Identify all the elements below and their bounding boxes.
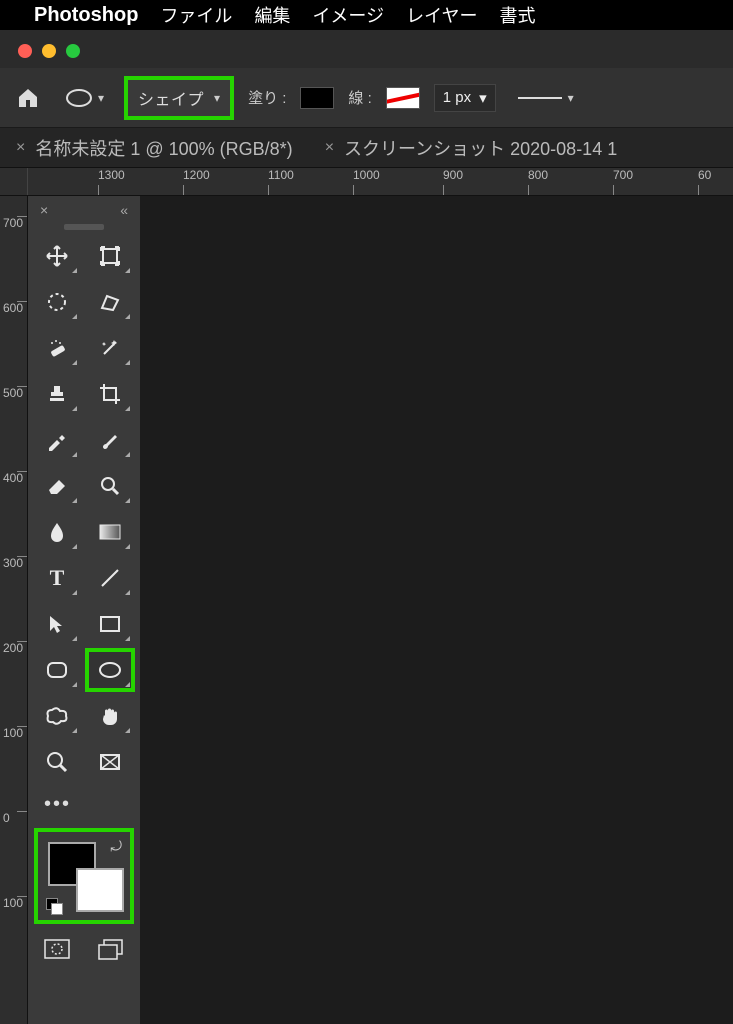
shape-mode-dropdown[interactable]: シェイプ ▾	[124, 76, 234, 120]
type-tool[interactable]: T	[34, 558, 80, 598]
gradient-tool[interactable]	[87, 512, 133, 552]
ruler-tick: 1200	[183, 168, 210, 195]
ruler-tick: 100	[0, 726, 27, 740]
document-tab[interactable]: × 名称未設定 1 @ 100% (RGB/8*)	[0, 128, 309, 167]
move-tool[interactable]	[34, 236, 80, 276]
window-close-button[interactable]	[18, 44, 32, 58]
eyedropper-tool[interactable]	[34, 420, 80, 460]
default-colors-icon[interactable]	[46, 898, 62, 914]
ruler-tick: 500	[0, 386, 27, 400]
ellipse-shape-tool[interactable]	[87, 650, 133, 690]
screen-mode[interactable]	[92, 934, 132, 964]
crop-tool[interactable]	[87, 374, 133, 414]
menu-layer[interactable]: レイヤー	[406, 2, 477, 28]
line-style-icon	[518, 97, 562, 99]
macos-menubar: Photoshop ファイル 編集 イメージ レイヤー 書式	[0, 0, 733, 30]
artboard-tool[interactable]	[87, 236, 133, 276]
panel-drag-handle[interactable]	[64, 224, 104, 230]
app-window: ▾ シェイプ ▾ 塗り : 線 : 1 px ▾ ▾ × 名称未設定 1 @ 1…	[0, 30, 733, 1024]
document-tab[interactable]: × スクリーンショット 2020-08-14 1	[309, 128, 634, 167]
canvas-area[interactable]	[140, 196, 733, 1024]
foreground-background-colors: ⤾	[34, 828, 134, 924]
rounded-rect-tool[interactable]	[34, 650, 80, 690]
stroke-swatch[interactable]	[386, 87, 420, 109]
menu-type[interactable]: 書式	[500, 2, 536, 28]
quick-mask-mode[interactable]	[37, 934, 77, 964]
ruler-tick: 200	[0, 641, 27, 655]
panel-collapse-icon[interactable]: «	[120, 202, 128, 218]
ruler-tick: 600	[0, 301, 27, 315]
custom-shape-tool[interactable]	[34, 696, 80, 736]
ruler-tick: 100	[0, 896, 27, 910]
tools-panel: × «	[28, 196, 140, 1024]
stamp-tool[interactable]	[34, 374, 80, 414]
ruler-tick: 900	[443, 168, 463, 195]
fill-label: 塗り :	[248, 87, 286, 108]
chevron-down-icon: ▾	[479, 89, 487, 107]
brush-tool[interactable]	[87, 420, 133, 460]
tab-close-icon[interactable]: ×	[325, 139, 334, 157]
ruler-tick: 700	[613, 168, 633, 195]
ruler-tick: 1300	[98, 168, 125, 195]
tab-title: 名称未設定 1 @ 100% (RGB/8*)	[35, 135, 292, 161]
shape-mode-label: シェイプ	[138, 86, 204, 110]
swap-colors-icon[interactable]: ⤾	[110, 838, 122, 855]
rectangle-shape-tool[interactable]	[87, 604, 133, 644]
window-zoom-button[interactable]	[66, 44, 80, 58]
window-controls	[0, 30, 733, 68]
heal-tool[interactable]	[34, 328, 80, 368]
hand-tool[interactable]	[87, 696, 133, 736]
edit-toolbar-button[interactable]: •••	[34, 788, 81, 820]
zoom-lens-tool[interactable]	[87, 466, 133, 506]
chevron-down-icon: ▾	[98, 91, 104, 105]
magic-wand-tool[interactable]	[87, 328, 133, 368]
chevron-down-icon: ▾	[214, 91, 220, 105]
home-button[interactable]	[10, 80, 46, 116]
chevron-down-icon: ▾	[568, 91, 574, 105]
ruler-tick: 1100	[268, 168, 294, 195]
document-tabs: × 名称未設定 1 @ 100% (RGB/8*) × スクリーンショット 20…	[0, 128, 733, 168]
path-select-tool[interactable]	[34, 604, 80, 644]
frame-tool[interactable]	[87, 742, 133, 782]
fill-swatch[interactable]	[300, 87, 334, 109]
panel-close-icon[interactable]: ×	[40, 202, 48, 218]
stroke-width-field[interactable]: 1 px ▾	[434, 84, 496, 112]
ruler-tick: 0	[0, 811, 27, 825]
ruler-vertical: 700 600 500 400 300 200 100 0 100	[0, 196, 28, 1024]
lasso-poly-tool[interactable]	[87, 282, 133, 322]
ruler-tick: 60	[698, 168, 711, 195]
stroke-style-dropdown[interactable]: ▾	[518, 91, 574, 105]
menu-image[interactable]: イメージ	[312, 2, 384, 28]
ruler-tick: 300	[0, 556, 27, 570]
ruler-tick: 400	[0, 471, 27, 485]
stroke-label: 線 :	[348, 87, 371, 108]
app-menu[interactable]: Photoshop	[34, 4, 138, 27]
eraser-tool[interactable]	[34, 466, 80, 506]
menu-edit[interactable]: 編集	[254, 2, 290, 28]
tool-preset-picker[interactable]: ▾	[60, 85, 110, 111]
ruler-tick: 1000	[353, 168, 380, 195]
stroke-width-value: 1 px	[443, 89, 471, 106]
marquee-tool[interactable]	[34, 282, 80, 322]
ruler-tick: 700	[0, 216, 27, 230]
ellipse-icon	[66, 89, 92, 107]
drop-tool[interactable]	[34, 512, 80, 552]
zoom-tool[interactable]	[34, 742, 80, 782]
options-bar: ▾ シェイプ ▾ 塗り : 線 : 1 px ▾ ▾	[0, 68, 733, 128]
tab-close-icon[interactable]: ×	[16, 139, 25, 157]
tab-title: スクリーンショット 2020-08-14 1	[344, 135, 617, 161]
ruler-tick: 800	[528, 168, 548, 195]
background-color-swatch[interactable]	[76, 868, 124, 912]
window-minimize-button[interactable]	[42, 44, 56, 58]
line-tool[interactable]	[87, 558, 133, 598]
ruler-horizontal: 1300 1200 1100 1000 900 800 700 60	[0, 168, 733, 196]
menu-file[interactable]: ファイル	[160, 2, 232, 28]
